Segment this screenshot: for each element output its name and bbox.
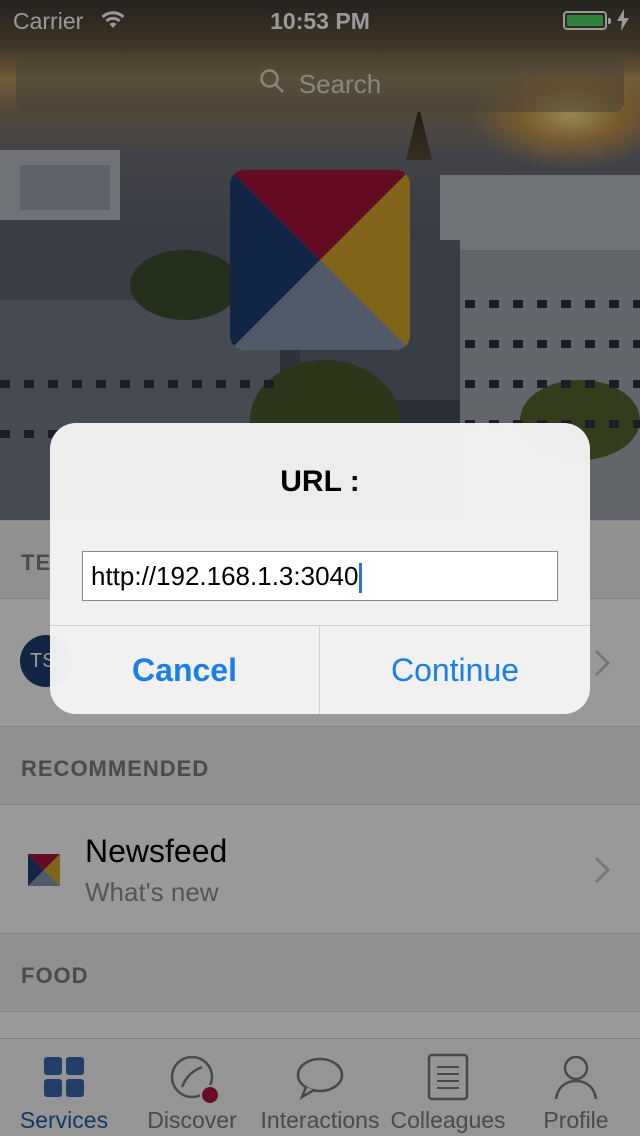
screen: Carrier 10:53 PM Search TE TS RECOMMENDE… (0, 0, 640, 1136)
cancel-button[interactable]: Cancel (50, 626, 320, 714)
dialog-buttons: Cancel Continue (50, 625, 590, 714)
url-input[interactable]: http://192.168.1.3:3040 (82, 551, 558, 601)
url-dialog: URL : http://192.168.1.3:3040 Cancel Con… (50, 423, 590, 714)
dialog-title: URL : (280, 465, 360, 498)
url-input-value: http://192.168.1.3:3040 (91, 561, 359, 591)
continue-button[interactable]: Continue (320, 626, 590, 714)
text-caret (359, 563, 363, 594)
